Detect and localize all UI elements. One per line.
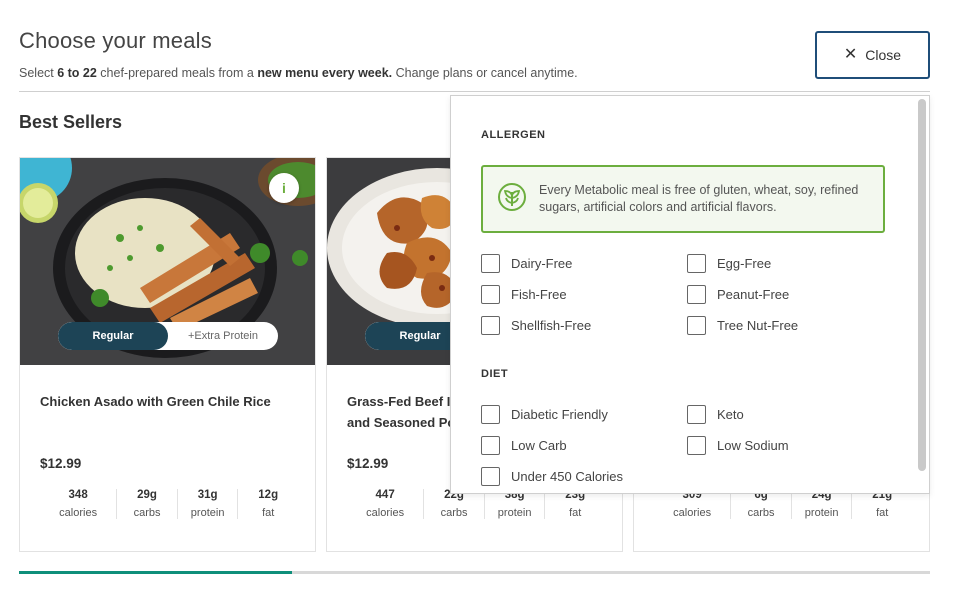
diet-heading: DIET (481, 368, 509, 380)
filter-label: Shellfish-Free (511, 318, 592, 333)
checkbox[interactable] (687, 285, 706, 304)
subtitle-text: chef-prepared meals from a (96, 66, 258, 80)
carbs-label: carbs (133, 507, 161, 519)
calories-value: 447 (375, 489, 395, 501)
checkbox[interactable] (687, 405, 706, 424)
filter-panel[interactable]: ALLERGEN Every Metabolic meal is free of… (450, 95, 930, 494)
meal-price: $12.99 (347, 456, 389, 471)
protein-label: protein (497, 507, 532, 519)
meal-name-line: Grass-Fed Beef I (347, 394, 451, 409)
leaf-icon (497, 182, 527, 217)
fat-label: fat (876, 507, 889, 519)
close-button[interactable]: ✕ Close (815, 31, 930, 79)
close-icon: ✕ (843, 46, 858, 63)
carbs-value: 29g (137, 489, 157, 501)
filter-label: Egg-Free (717, 256, 772, 271)
filter-dairy-free[interactable]: Dairy-Free (481, 254, 572, 273)
meal-price: $12.99 (40, 456, 82, 471)
filter-keto[interactable]: Keto (687, 405, 744, 424)
checkbox[interactable] (481, 467, 500, 486)
allergen-notice: Every Metabolic meal is free of gluten, … (481, 165, 885, 233)
filter-label: Fish-Free (511, 287, 567, 302)
filter-label: Peanut-Free (717, 287, 790, 302)
filter-label: Under 450 Calories (511, 469, 624, 484)
filter-label: Diabetic Friendly (511, 407, 608, 422)
progress-bar (19, 571, 930, 574)
meal-card[interactable]: i Regular +Extra Protein Chicken Asado w… (19, 157, 316, 552)
meal-name: Chicken Asado with Green Chile Rice (40, 394, 271, 409)
checkbox[interactable] (687, 436, 706, 455)
filter-label: Keto (717, 407, 744, 422)
checkbox[interactable] (687, 316, 706, 335)
toggle-extra-protein[interactable]: +Extra Protein (168, 322, 278, 350)
filter-label: Dairy-Free (511, 256, 573, 271)
nutrition-calories: 447 calories (347, 489, 423, 519)
filter-low-sodium[interactable]: Low Sodium (687, 436, 789, 455)
protein-toggle[interactable]: Regular +Extra Protein (58, 322, 278, 350)
calories-label: calories (59, 507, 98, 519)
nutrition-carbs: 29g carbs (116, 489, 177, 519)
calories-label: calories (673, 507, 712, 519)
allergen-notice-text: Every Metabolic meal is free of gluten, … (539, 183, 859, 214)
carbs-label: carbs (747, 507, 775, 519)
nutrition-fat: 12g fat (237, 489, 298, 519)
page-header: Choose your meals Select 6 to 22 chef-pr… (19, 28, 578, 80)
fat-label: fat (569, 507, 582, 519)
filter-fish-free[interactable]: Fish-Free (481, 285, 567, 304)
checkbox[interactable] (481, 436, 500, 455)
header-divider (19, 91, 930, 92)
nutrition-protein: 31g protein (176, 489, 238, 519)
allergen-heading: ALLERGEN (481, 129, 546, 141)
filter-label: Low Carb (511, 438, 567, 453)
meal-image[interactable]: i Regular +Extra Protein (20, 158, 315, 365)
fat-value: 12g (258, 489, 279, 501)
nutrition-facts: 348 calories 29g carbs 31g protein 12g fat (40, 489, 298, 519)
filter-egg-free[interactable]: Egg-Free (687, 254, 771, 273)
meal-name-line: and Seasoned Po (347, 415, 456, 430)
nutrition-calories: 348 calories (40, 489, 116, 519)
page-subtitle: Select 6 to 22 chef-prepared meals from … (19, 66, 578, 80)
filter-peanut-free[interactable]: Peanut-Free (687, 285, 789, 304)
info-button[interactable]: i (269, 173, 299, 203)
filter-shellfish-free[interactable]: Shellfish-Free (481, 316, 591, 335)
protein-value: 31g (197, 489, 218, 501)
filter-label: Low Sodium (717, 438, 789, 453)
calories-label: calories (366, 507, 405, 519)
checkbox[interactable] (481, 254, 500, 273)
subtitle-text: Select (19, 66, 58, 80)
checkbox[interactable] (481, 285, 500, 304)
subtitle-meal-range: 6 to 22 (57, 66, 97, 80)
panel-scrollbar[interactable] (918, 99, 926, 471)
checkbox[interactable] (481, 316, 500, 335)
toggle-regular[interactable]: Regular (58, 322, 168, 350)
carbs-label: carbs (440, 507, 468, 519)
filter-label: Tree Nut-Free (717, 318, 799, 333)
protein-label: protein (804, 507, 839, 519)
filter-low-carb[interactable]: Low Carb (481, 436, 567, 455)
checkbox[interactable] (481, 405, 500, 424)
filter-diabetic-friendly[interactable]: Diabetic Friendly (481, 405, 608, 424)
page-title: Choose your meals (19, 28, 212, 53)
protein-label: protein (190, 507, 225, 519)
calories-value: 348 (68, 489, 88, 501)
close-button-label: Close (865, 47, 902, 63)
subtitle-new-menu: new menu every week. (257, 66, 393, 80)
section-title: Best Sellers (19, 112, 123, 132)
fat-label: fat (262, 507, 275, 519)
progress-fill (19, 571, 293, 574)
filter-tree-nut-free[interactable]: Tree Nut-Free (687, 316, 798, 335)
checkbox[interactable] (687, 254, 706, 273)
subtitle-text: Change plans or cancel anytime. (392, 66, 578, 80)
filter-under-450-calories[interactable]: Under 450 Calories (481, 467, 623, 486)
